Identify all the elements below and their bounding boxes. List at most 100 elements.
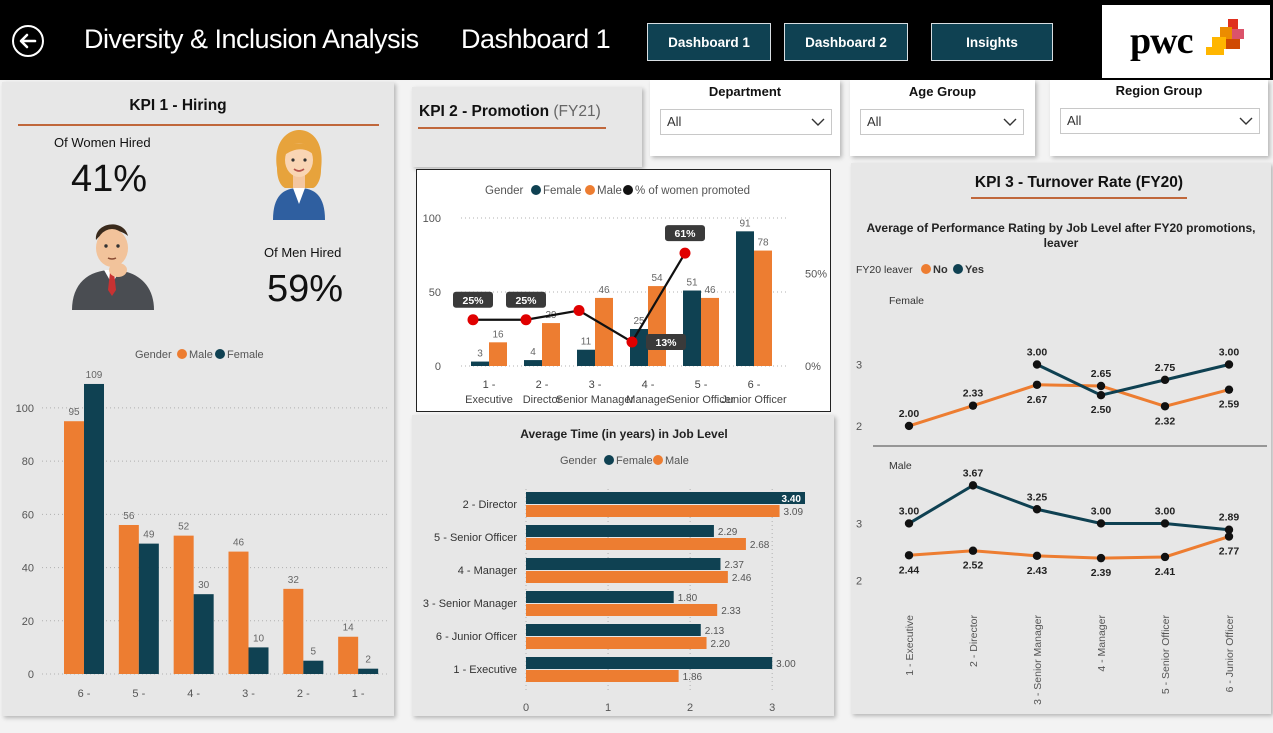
women-hired-value: 41% — [71, 158, 148, 200]
men-hired-label: Of Men Hired — [264, 245, 342, 260]
back-button[interactable] — [12, 25, 44, 57]
kpi1-title: KPI 1 - Hiring — [129, 97, 227, 114]
bar — [471, 361, 489, 366]
bar — [173, 535, 194, 674]
bar — [736, 231, 754, 366]
kpi2-subtitle: (FY21) — [553, 103, 601, 120]
dashboard-1-button[interactable]: Dashboard 1 — [647, 23, 771, 61]
y2-tick-label: 0% — [805, 361, 821, 373]
data-label: 46 — [598, 285, 610, 296]
legend-label: Male — [597, 185, 622, 197]
region-group-dropdown[interactable]: All — [1060, 108, 1260, 134]
bar — [524, 360, 542, 366]
legend-marker — [921, 264, 931, 274]
y-tick-label: 3 — [856, 518, 862, 530]
data-label: 16 — [492, 329, 504, 340]
legend-label: No — [933, 264, 948, 276]
legend-marker — [177, 349, 187, 359]
legend-title: Gender — [560, 455, 597, 467]
x-tick-label: 2 - — [297, 688, 310, 700]
data-label: 2.20 — [711, 639, 731, 650]
chart-title: Average Time (in years) in Job Level — [520, 427, 727, 441]
y-tick-label: 2 — [856, 575, 862, 587]
bar — [526, 657, 773, 669]
kpi3-card: KPI 3 - Turnover Rate (FY20) Average of … — [851, 163, 1271, 714]
arrow-left-icon — [19, 33, 37, 49]
data-label: 2.89 — [1219, 512, 1240, 524]
bar — [283, 588, 304, 674]
y-tick-label: 3 - Senior Manager — [423, 598, 517, 610]
header-bar: Diversity & Inclusion Analysis Dashboard… — [0, 0, 1273, 80]
legend-title: Gender — [485, 185, 524, 197]
x-tick-label: 3 - — [589, 379, 602, 391]
region-group-dropdown-value: All — [1067, 113, 1082, 128]
x-tick-label: 2 - Director — [968, 615, 980, 667]
bar — [64, 421, 84, 674]
x-tick-label: 3 - — [242, 688, 255, 700]
x-tick-label: 4 - — [642, 379, 655, 391]
legend-marker — [604, 455, 614, 465]
y-tick-label: 5 - Senior Officer — [434, 532, 517, 544]
data-label: 10 — [253, 633, 265, 644]
data-label: 2.37 — [724, 560, 744, 571]
data-label: 32 — [288, 575, 300, 586]
men-hired-value: 59% — [267, 268, 344, 310]
y-tick-label: 100 — [16, 403, 34, 415]
x-tick-label: 1 - Executive — [904, 615, 916, 676]
legend-marker — [215, 349, 225, 359]
data-label: 95 — [68, 407, 80, 418]
data-label: 3.00 — [776, 659, 796, 670]
y-tick-label: 40 — [22, 563, 34, 575]
promotion-chart-card: Gender Female Male % of women promoted 0 50 10… — [416, 169, 831, 412]
data-label: 2.32 — [1155, 415, 1176, 427]
series-line — [908, 535, 1230, 560]
data-label: 56 — [123, 511, 135, 522]
logo-text: pwc — [1130, 20, 1193, 62]
line-point — [968, 546, 978, 555]
line-point — [1224, 360, 1234, 369]
bar — [138, 543, 159, 674]
legend-label: Male — [665, 455, 689, 467]
department-slicer-label: Department — [708, 84, 782, 99]
insights-button[interactable]: Insights — [931, 23, 1053, 61]
bar — [358, 668, 379, 674]
x-tick-label: Senior Officer — [105, 703, 172, 704]
line-point — [904, 519, 914, 528]
data-label: 49 — [143, 530, 155, 541]
legend-label: % of women promoted — [635, 185, 750, 197]
legend-marker — [623, 185, 633, 195]
kpi2-title-rule — [418, 127, 606, 129]
x-tick-label: Executive — [465, 394, 513, 406]
data-label: 2.44 — [899, 564, 920, 576]
bar — [595, 297, 613, 366]
kpi2-title: KPI 2 - Promotion (FY21) — [419, 103, 601, 121]
y-tick-label: 3 — [856, 360, 862, 372]
data-label: 3.00 — [1219, 347, 1240, 359]
dashboard-2-button[interactable]: Dashboard 2 — [784, 23, 908, 61]
y-tick-label: 4 - Manager — [458, 565, 518, 577]
line-point — [573, 305, 585, 316]
department-dropdown-value: All — [667, 114, 682, 129]
data-label: 3 — [477, 349, 483, 360]
age-group-dropdown[interactable]: All — [860, 109, 1024, 135]
line-point — [1096, 519, 1106, 528]
data-label: 11 — [581, 337, 592, 348]
x-tick-label: 1 - — [483, 379, 496, 391]
y-tick-label: 1 - Executive — [453, 664, 517, 676]
x-tick-label: 5 - — [132, 688, 145, 700]
avg-time-chart: Average Time (in years) in Job Level Gend… — [423, 427, 805, 714]
bar — [303, 660, 324, 674]
legend-title: Gender — [135, 349, 172, 361]
x-tick-label: 5 - Senior Officer — [1160, 614, 1172, 694]
data-label: 2.00 — [899, 408, 920, 420]
data-label: 2.75 — [1155, 362, 1176, 374]
data-label: 2 — [365, 655, 371, 666]
chart-title-line2: leaver — [1044, 236, 1079, 250]
legend-label: Yes — [965, 264, 984, 276]
line-point — [1096, 553, 1106, 563]
chevron-down-icon — [1239, 117, 1253, 125]
department-dropdown[interactable]: All — [660, 109, 832, 135]
series-line — [1036, 363, 1230, 397]
bar — [526, 604, 718, 616]
data-label: 2.13 — [705, 626, 725, 637]
